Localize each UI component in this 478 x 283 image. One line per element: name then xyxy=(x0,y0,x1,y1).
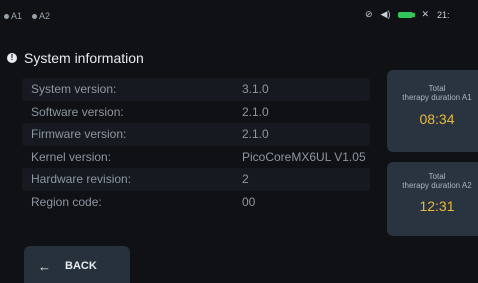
row-value: PicoCoreMX6UL V1.05 xyxy=(242,149,366,164)
volume-icon: ◀) xyxy=(380,9,391,19)
therapy-duration-card-a2: Total therapy duration A2 12:31 xyxy=(387,162,478,236)
no-wifi-icon: ⊘ xyxy=(365,9,373,19)
duration-value: 08:34 xyxy=(419,111,455,127)
card-label: Total xyxy=(428,84,446,93)
card-sublabel: therapy duration A2 xyxy=(402,181,472,190)
row-label: System version: xyxy=(31,82,117,97)
row-value: 00 xyxy=(242,194,256,209)
info-icon: ! xyxy=(7,53,17,63)
card-label: Total xyxy=(428,172,446,181)
info-row: Kernel version: PicoCoreMX6UL V1.05 xyxy=(22,146,370,169)
info-row: Firmware version: 2.1.0 xyxy=(22,123,370,146)
row-label: Kernel version: xyxy=(31,149,112,164)
row-label: Region code: xyxy=(31,194,102,209)
row-label: Software version: xyxy=(31,104,124,119)
back-button[interactable]: ← BACK xyxy=(24,246,130,283)
row-value: 3.1.0 xyxy=(242,82,269,97)
dot-icon xyxy=(32,14,38,20)
clock: 21: xyxy=(437,9,450,20)
info-row: Hardware revision: 2 xyxy=(22,168,370,191)
info-table: System version: 3.1.0 Software version: 2.… xyxy=(22,78,370,213)
status-bar: A1 A2 ⊘ ◀) ✕ 21: xyxy=(0,0,478,32)
row-label: Hardware revision: xyxy=(31,172,132,187)
row-value: 2.1.0 xyxy=(242,127,269,142)
duration-value: 12:31 xyxy=(419,198,455,214)
page-title: System information xyxy=(24,50,144,66)
card-sublabel: therapy duration A1 xyxy=(402,93,472,102)
title-bar: ! System information xyxy=(7,50,144,66)
row-value: 2.1.0 xyxy=(242,104,269,119)
arrow-left-icon: ← xyxy=(38,258,51,274)
info-row: Region code: 00 xyxy=(22,191,370,214)
status-right: ⊘ ◀) ✕ 21: xyxy=(365,9,450,20)
row-label: Firmware version: xyxy=(31,127,127,142)
battery-icon xyxy=(398,11,416,18)
status-item-a2: A2 xyxy=(32,11,50,21)
plug-icon: ✕ xyxy=(421,9,430,19)
dot-icon xyxy=(4,14,9,20)
therapy-duration-card-a1: Total therapy duration A1 08:34 xyxy=(387,70,478,152)
back-label: BACK xyxy=(65,260,97,272)
row-value: 2 xyxy=(242,172,249,187)
status-left: A1 A2 xyxy=(4,11,50,21)
info-row: System version: 3.1.0 xyxy=(22,78,370,101)
status-item-a1: A1 xyxy=(4,11,22,21)
info-row: Software version: 2.1.0 xyxy=(22,101,370,124)
